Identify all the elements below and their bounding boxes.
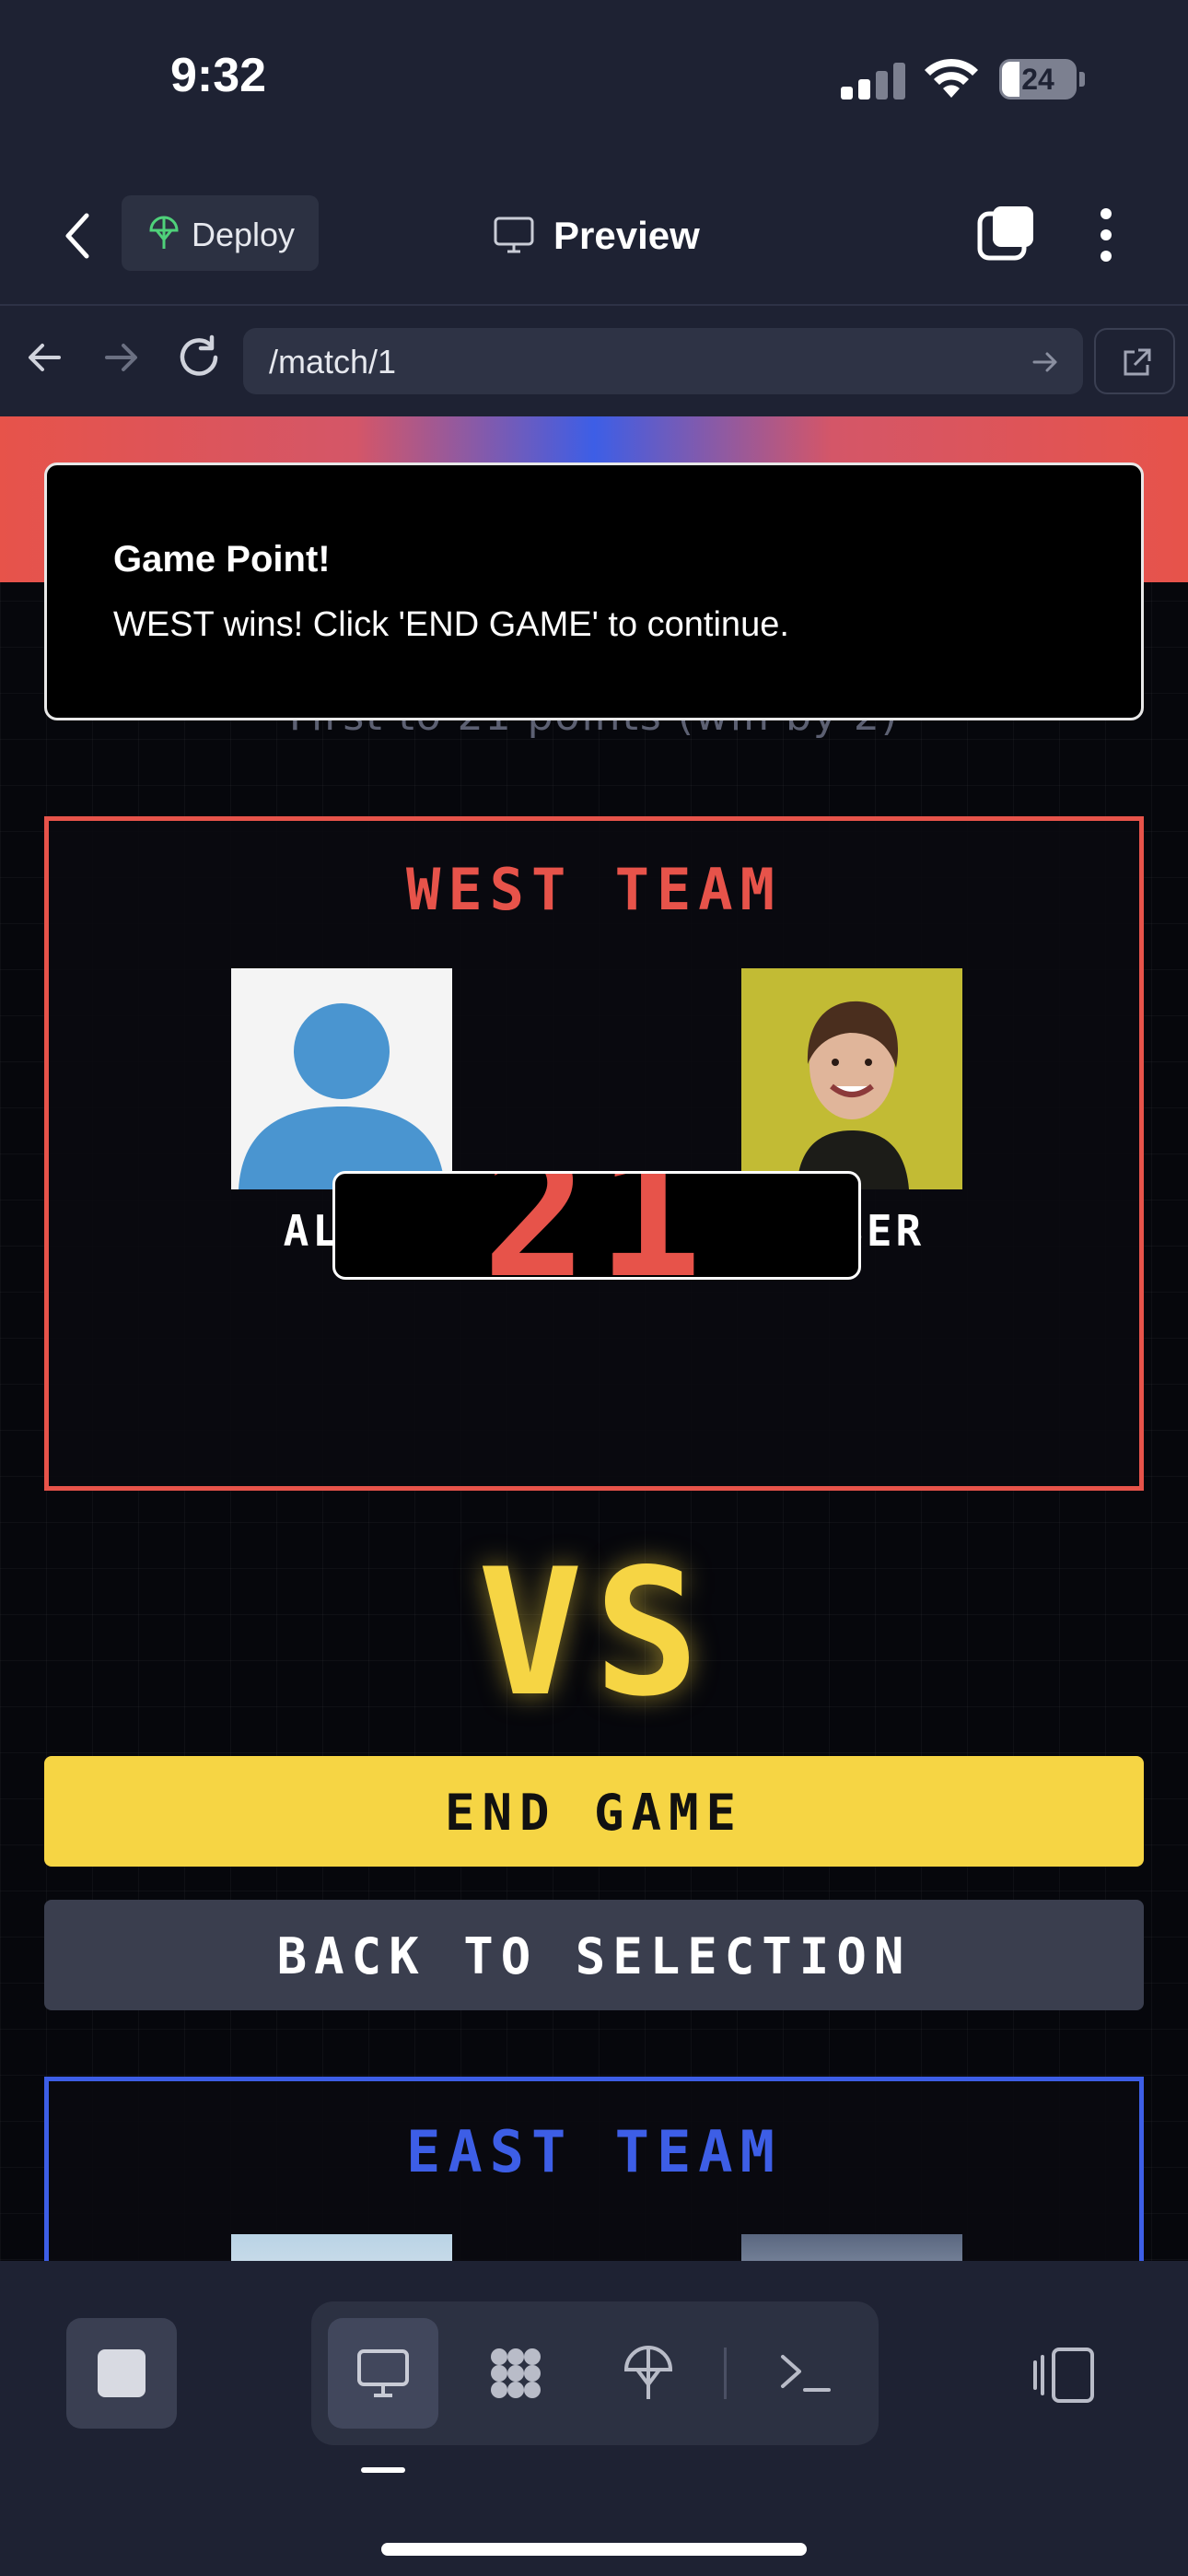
url-field[interactable]: /match/1 xyxy=(243,328,1083,394)
deploy-label: Deploy xyxy=(192,216,296,253)
avatar-photo[interactable] xyxy=(741,2234,962,2261)
stop-icon[interactable] xyxy=(66,2318,177,2429)
deploy-button[interactable]: Deploy xyxy=(122,195,319,271)
back-chevron-icon[interactable] xyxy=(55,208,101,263)
arrow-right-icon[interactable] xyxy=(103,339,140,376)
avatar-placeholder xyxy=(231,968,452,1189)
toast-title: Game Point! xyxy=(113,539,331,580)
status-time: 9:32 xyxy=(170,49,267,102)
app-header: Deploy Preview xyxy=(0,166,1188,306)
tabs-icon[interactable] xyxy=(976,203,1037,263)
east-team-panel: EAST TEAM xyxy=(44,2077,1144,2261)
url-row: /match/1 xyxy=(0,306,1188,416)
back-to-selection-label: BACK TO SELECTION xyxy=(276,1927,912,1985)
back-to-selection-button[interactable]: BACK TO SELECTION xyxy=(44,1900,1144,2010)
game-point-toast[interactable]: Game Point! WEST wins! Click 'END GAME' … xyxy=(44,463,1144,720)
deploy-icon xyxy=(147,216,181,251)
avatar-photo xyxy=(741,968,962,1189)
west-team-title: WEST TEAM xyxy=(406,856,782,923)
external-link-icon[interactable] xyxy=(1094,328,1175,394)
east-team-title: EAST TEAM xyxy=(406,2118,782,2185)
arrow-left-icon[interactable] xyxy=(26,339,63,376)
cellular-signal-icon xyxy=(841,61,905,100)
west-team-panel: WEST TEAM ALEX xyxy=(44,816,1144,1491)
monitor-icon xyxy=(493,216,535,254)
battery-icon: 24 xyxy=(999,59,1077,100)
home-indicator[interactable] xyxy=(381,2543,807,2556)
view-switcher xyxy=(311,2301,879,2445)
end-game-label: END GAME xyxy=(444,1784,744,1842)
preview-label: Preview xyxy=(553,214,700,257)
bottom-toolbar xyxy=(0,2261,1188,2576)
more-icon[interactable] xyxy=(1092,203,1120,267)
toast-message: WEST wins! Click 'END GAME' to continue. xyxy=(113,605,789,644)
status-bar: 9:32 24 xyxy=(0,0,1188,166)
score-display: 21 xyxy=(332,1171,861,1280)
battery-nub xyxy=(1079,72,1085,87)
wifi-icon xyxy=(921,55,982,100)
terminal-icon[interactable] xyxy=(750,2318,860,2429)
score-value: 21 xyxy=(482,1171,712,1280)
side-panel-icon[interactable] xyxy=(1031,2346,1096,2405)
url-text: /match/1 xyxy=(269,343,397,381)
apps-icon[interactable] xyxy=(460,2318,571,2429)
end-game-button[interactable]: END GAME xyxy=(44,1756,1144,1867)
battery-level: 24 xyxy=(1021,63,1054,96)
go-arrow-icon[interactable] xyxy=(1031,348,1059,376)
vs-label: VS xyxy=(477,1531,711,1735)
preview-icon[interactable] xyxy=(328,2318,438,2429)
reload-icon[interactable] xyxy=(175,334,223,381)
avatar-photo[interactable] xyxy=(231,2234,452,2261)
active-tab-indicator xyxy=(361,2467,405,2473)
divider xyxy=(724,2348,727,2399)
deploy-icon[interactable] xyxy=(593,2318,704,2429)
